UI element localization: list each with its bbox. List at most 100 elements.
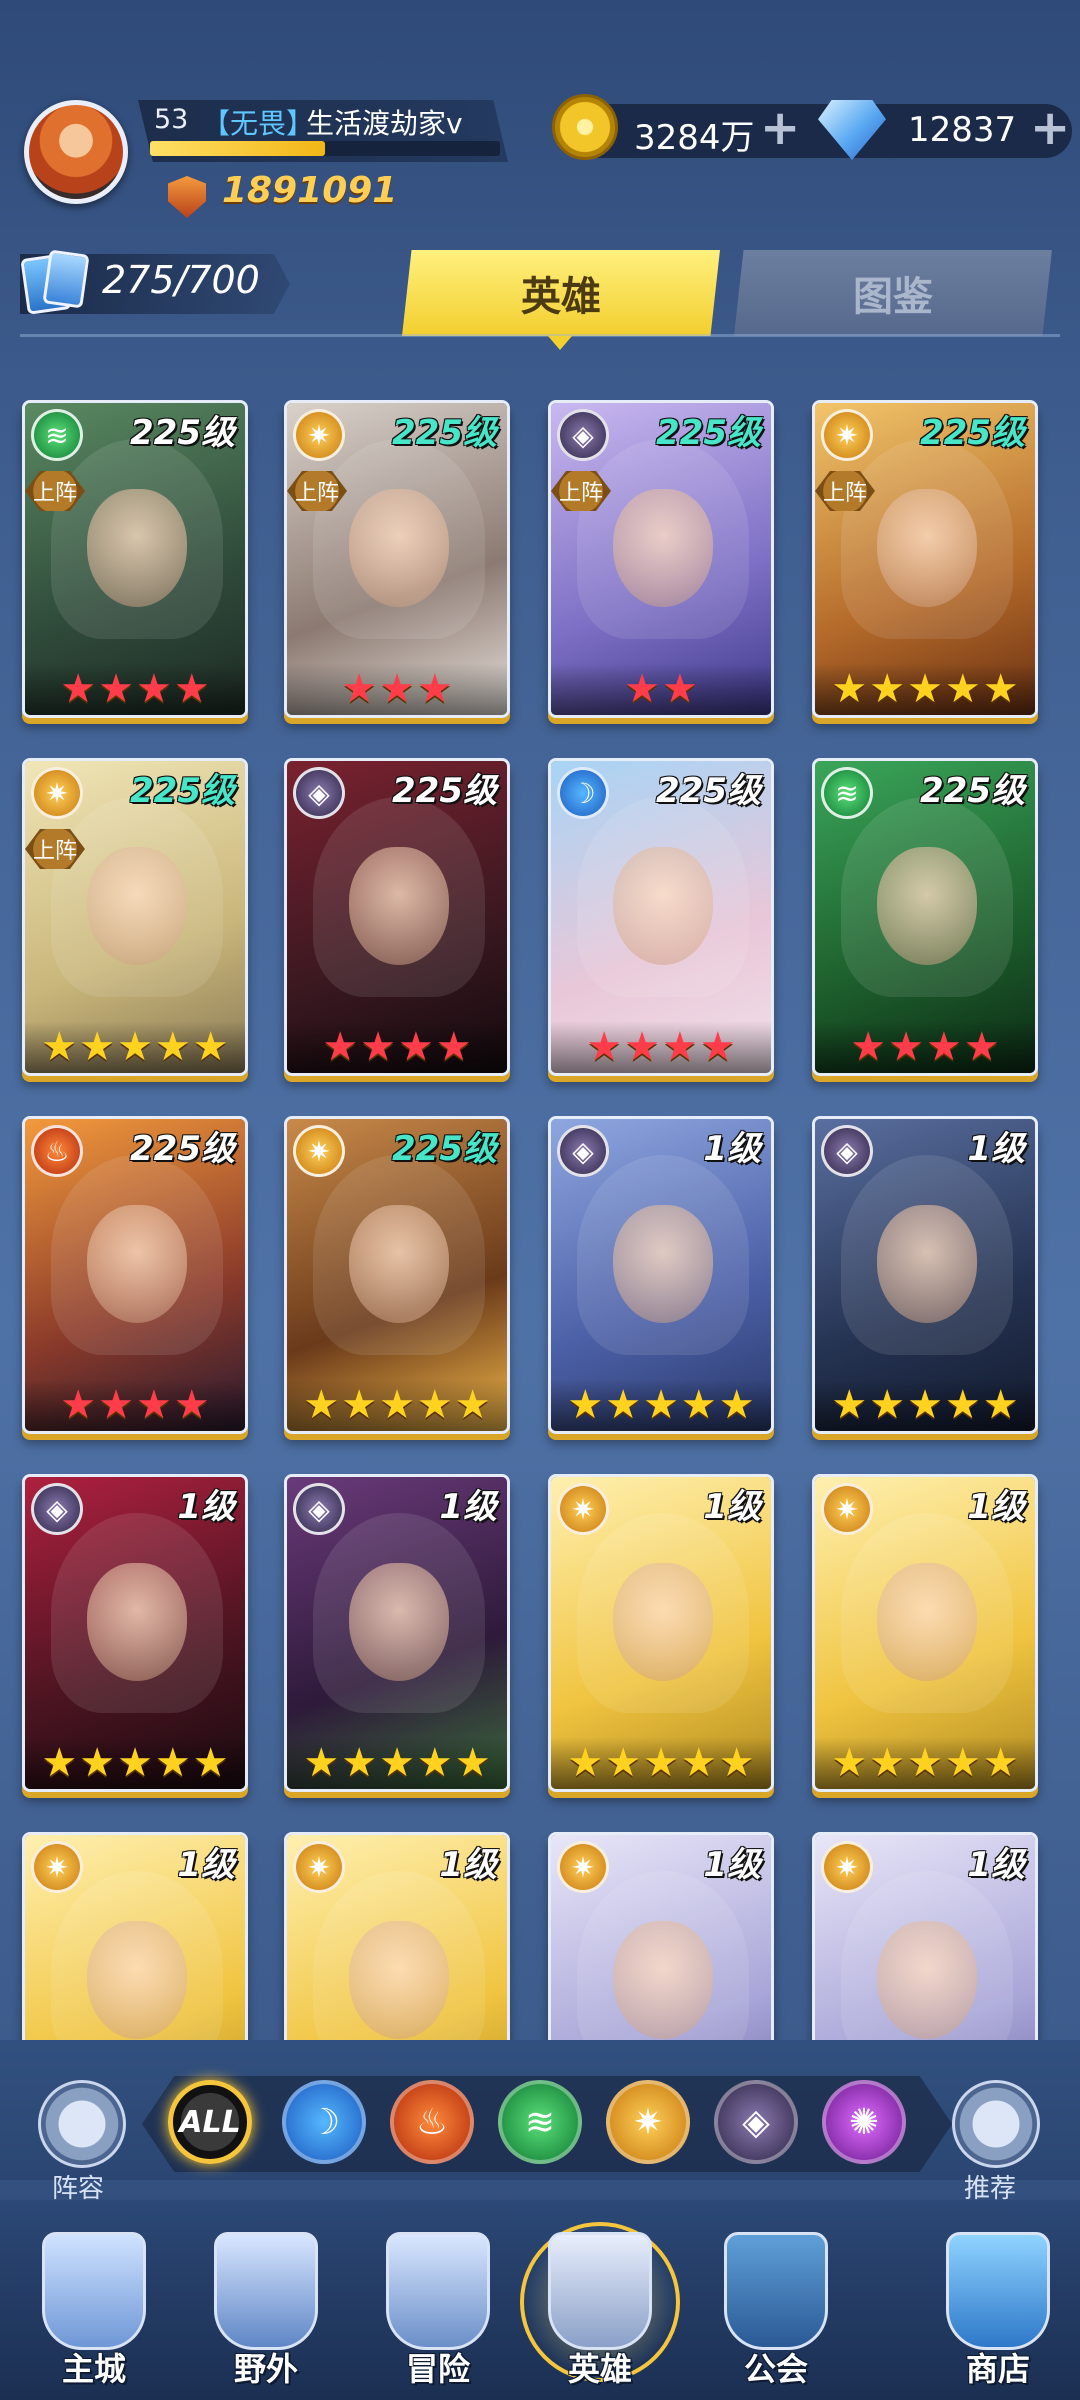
- hero-star-rating: ★ ★ ★ ★ ★: [287, 1379, 507, 1431]
- nav-label: 冒险: [405, 2350, 470, 2388]
- star-icon: ★: [192, 1740, 229, 1786]
- star-icon: ★: [136, 666, 172, 712]
- star-icon: ★: [982, 1740, 1019, 1786]
- hero-card[interactable]: ☽ 225级 ★ ★ ★ ★: [548, 758, 774, 1076]
- dark-faction-icon: ◈: [742, 2101, 770, 2143]
- star-icon: ★: [907, 666, 943, 712]
- hero-card[interactable]: ◈ 225级 上阵 ★ ★: [548, 400, 774, 718]
- wind-faction-icon: ≋: [31, 409, 83, 461]
- hero-card[interactable]: ◈ 1级 ★ ★ ★ ★ ★: [548, 1116, 774, 1434]
- hero-card[interactable]: ♨ 225级 ★ ★ ★ ★: [22, 1116, 248, 1434]
- light-faction-icon: ✷: [632, 2101, 664, 2143]
- hero-level: 1级: [967, 1487, 1026, 1528]
- filter-water-button[interactable]: ☽: [282, 2080, 366, 2164]
- hero-level: 225级: [130, 413, 236, 454]
- hero-card[interactable]: ◈ 225级 ★ ★ ★ ★: [284, 758, 510, 1076]
- hero-card[interactable]: ✷ 1级: [22, 1832, 248, 2040]
- star-icon: ★: [79, 1740, 116, 1786]
- light-faction-icon: ✷: [293, 1841, 345, 1893]
- hero-portrait-face: [613, 489, 713, 607]
- hero-portrait-face: [613, 1921, 713, 2039]
- filter-light-button[interactable]: ✷: [606, 2080, 690, 2164]
- hero-card[interactable]: ✷ 225级 上阵 ★ ★ ★ ★ ★: [22, 758, 248, 1076]
- nav-label: 野外: [233, 2350, 298, 2388]
- hero-card[interactable]: ✷ 1级: [284, 1832, 510, 2040]
- star-icon: ★: [41, 1024, 78, 1070]
- nav-label: 商店: [965, 2350, 1030, 2388]
- star-icon: ★: [154, 1024, 191, 1070]
- hero-portrait-face: [349, 1921, 449, 2039]
- filter-all-button[interactable]: ALL: [168, 2080, 252, 2164]
- star-icon: ★: [341, 666, 378, 712]
- nav-item-0[interactable]: 主城: [24, 2226, 164, 2400]
- hero-card[interactable]: ✷ 1级: [812, 1832, 1038, 2040]
- star-icon: ★: [416, 1382, 453, 1428]
- dark-faction-icon: ◈: [821, 1125, 873, 1177]
- hero-level: 225级: [656, 771, 762, 812]
- filter-fire-button[interactable]: ♨: [390, 2080, 474, 2164]
- star-icon: ★: [379, 1382, 415, 1428]
- hero-star-rating: ★ ★ ★ ★ ★: [551, 1379, 771, 1431]
- water-faction-icon: ☽: [557, 767, 609, 819]
- hero-star-rating: ★ ★ ★ ★ ★: [815, 1379, 1035, 1431]
- hero-card[interactable]: ◈ 1级 ★ ★ ★ ★ ★: [22, 1474, 248, 1792]
- hero-portrait-face: [87, 1205, 187, 1323]
- star-icon: ★: [869, 1740, 906, 1786]
- star-icon: ★: [869, 666, 906, 712]
- hero-card[interactable]: ✷ 1级: [548, 1832, 774, 2040]
- recommend-button[interactable]: [952, 2080, 1040, 2168]
- dark-faction-icon: ◈: [293, 767, 345, 819]
- star-icon: ★: [379, 1740, 415, 1786]
- star-icon: ★: [963, 1024, 1000, 1070]
- hero-star-rating: ★ ★: [551, 663, 771, 715]
- light-faction-icon: ✷: [31, 1841, 83, 1893]
- star-icon: ★: [831, 666, 868, 712]
- wind-faction-icon: ≋: [821, 767, 873, 819]
- filter-wind-button[interactable]: ≋: [498, 2080, 582, 2164]
- filter-void-button[interactable]: ✺: [822, 2080, 906, 2164]
- dark-faction-icon: ◈: [557, 409, 609, 461]
- hero-card[interactable]: ✷ 1级 ★ ★ ★ ★ ★: [812, 1474, 1038, 1792]
- star-icon: ★: [624, 666, 660, 712]
- lineup-button[interactable]: [38, 2080, 126, 2168]
- star-icon: ★: [454, 1740, 491, 1786]
- hero-card[interactable]: ✷ 225级 上阵 ★ ★ ★ ★ ★: [812, 400, 1038, 718]
- hero-card[interactable]: ◈ 1级 ★ ★ ★ ★ ★: [812, 1116, 1038, 1434]
- light-faction-icon: ✷: [557, 1483, 609, 1535]
- nav-item-4[interactable]: 公会: [706, 2226, 846, 2400]
- nav-item-3[interactable]: 英雄: [530, 2226, 670, 2400]
- filter-dark-button[interactable]: ◈: [714, 2080, 798, 2164]
- hero-card[interactable]: ✷ 1级 ★ ★ ★ ★ ★: [548, 1474, 774, 1792]
- nav-item-2[interactable]: 冒险: [368, 2226, 508, 2400]
- hero-card[interactable]: ✷ 225级 ★ ★ ★ ★ ★: [284, 1116, 510, 1434]
- star-icon: ★: [154, 1740, 191, 1786]
- star-icon: ★: [718, 1382, 755, 1428]
- star-icon: ★: [869, 1382, 906, 1428]
- hero-card[interactable]: ≋ 225级 ★ ★ ★ ★: [812, 758, 1038, 1076]
- light-faction-icon: ✷: [557, 1841, 609, 1893]
- hero-star-rating: ★ ★ ★ ★ ★: [25, 1737, 245, 1789]
- hero-portrait-face: [349, 847, 449, 965]
- hero-portrait-face: [87, 1921, 187, 2039]
- nav-item-1[interactable]: 野外: [196, 2226, 336, 2400]
- star-icon: ★: [643, 1382, 679, 1428]
- hero-level: 1级: [439, 1845, 498, 1886]
- hero-card[interactable]: ◈ 1级 ★ ★ ★ ★ ★: [284, 1474, 510, 1792]
- star-icon: ★: [662, 1024, 698, 1070]
- star-icon: ★: [944, 666, 981, 712]
- nav-label: 主城: [61, 2350, 126, 2388]
- nav-item-5[interactable]: 商店: [928, 2226, 1068, 2400]
- hero-card[interactable]: ≋ 225级 上阵 ★ ★ ★ ★: [22, 400, 248, 718]
- hero-portrait-face: [349, 489, 449, 607]
- nav-label: 公会: [743, 2350, 808, 2388]
- star-icon: ★: [136, 1382, 172, 1428]
- light-faction-icon: ✷: [31, 767, 83, 819]
- star-icon: ★: [98, 1382, 134, 1428]
- hero-card[interactable]: ✷ 225级 上阵 ★ ★ ★: [284, 400, 510, 718]
- dark-faction-icon: ◈: [293, 1483, 345, 1535]
- star-icon: ★: [303, 1382, 340, 1428]
- light-faction-icon: ✷: [293, 1125, 345, 1177]
- hero-star-rating: ★ ★ ★ ★: [25, 1379, 245, 1431]
- star-icon: ★: [341, 1740, 378, 1786]
- star-icon: ★: [567, 1382, 604, 1428]
